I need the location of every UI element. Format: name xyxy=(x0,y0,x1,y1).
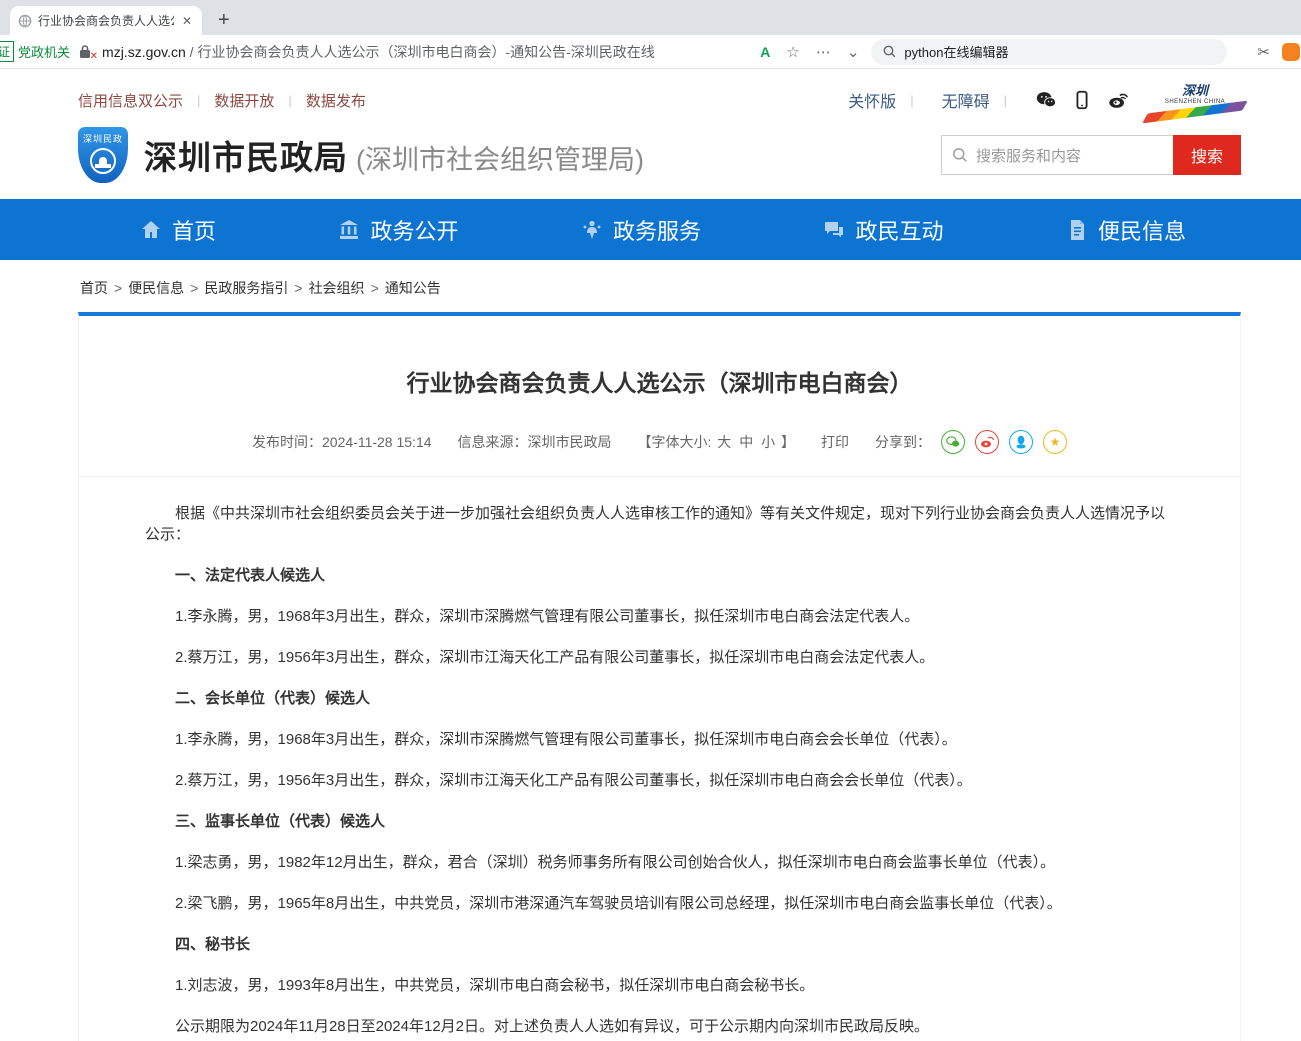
divider: | xyxy=(288,93,291,108)
crumb-social-org[interactable]: 社会组织 xyxy=(309,280,365,296)
new-tab-button[interactable]: + xyxy=(218,9,230,32)
site-search: 搜索服务和内容 搜索 xyxy=(941,135,1241,175)
link-accessibility[interactable]: 无障碍 xyxy=(942,88,990,112)
info-source: 信息来源：深圳市民政局 xyxy=(458,432,612,452)
shenzhen-city-logo: 深圳 SHENZHEN CHINA xyxy=(1149,83,1241,117)
article-body: 根据《中共深圳市社会组织委员会关于进一步加强社会组织负责人人选审核工作的通知》等… xyxy=(79,477,1240,1041)
nav-item-interaction[interactable]: 政民互动 xyxy=(823,214,943,246)
bureau-logo[interactable]: 深圳民政 xyxy=(78,127,128,183)
logo-emblem-icon xyxy=(90,148,116,174)
link-care-version[interactable]: 关怀版 xyxy=(848,88,896,112)
cert-label: 党政机关 xyxy=(18,42,70,61)
gov-cert-badge[interactable]: 证 党政机关 xyxy=(0,41,70,62)
browser-search-query: python在线编辑器 xyxy=(904,42,1008,61)
nav-item-gov-disclosure[interactable]: 政务公开 xyxy=(338,214,458,246)
url-path: / 行业协会商会负责人人选公示（深圳市电白商会）-通知公告-深圳民政在线 xyxy=(186,44,655,60)
site-header: 信用信息双公示 | 数据开放 | 数据发布 关怀版 | 无障碍 | xyxy=(0,69,1301,199)
site-search-input[interactable]: 搜索服务和内容 xyxy=(941,135,1173,175)
address-bar[interactable]: mzj.sz.gov.cn / 行业协会商会负责人人选公示（深圳市电白商会）-通… xyxy=(102,42,748,62)
browser-search-pill[interactable]: python在线编辑器 xyxy=(871,39,1227,65)
print-button[interactable]: 打印 xyxy=(821,432,849,452)
publish-time: 发布时间：2024-11-28 15:14 xyxy=(252,432,432,452)
government-building-icon xyxy=(338,219,360,241)
mobile-icon[interactable] xyxy=(1071,89,1093,111)
search-button[interactable]: 搜索 xyxy=(1173,135,1241,175)
crumb-service-guide[interactable]: 民政服务指引 xyxy=(204,280,288,296)
chevron-down-icon[interactable]: ⌄ xyxy=(843,43,864,61)
translate-icon[interactable]: A xyxy=(756,44,774,60)
paragraph: 1.刘志波，男，1993年8月出生，中共党员，深圳市电白商会秘书，拟任深圳市电白… xyxy=(145,975,1174,996)
article-meta-row: 发布时间：2024-11-28 15:14 信息来源：深圳市民政局 【字体大小:… xyxy=(79,430,1240,477)
browser-tab-bar: 行业协会商会负责人人选公示 ✕ + xyxy=(0,0,1301,35)
section-heading: 一、法定代表人候选人 xyxy=(145,565,1174,586)
font-size-small[interactable]: 小 xyxy=(761,434,775,450)
site-subtitle: (深圳市社会组织管理局) xyxy=(356,138,644,177)
weibo-icon[interactable] xyxy=(1107,89,1129,111)
extension-icon[interactable] xyxy=(1282,43,1300,61)
share-wechat-icon[interactable] xyxy=(941,430,965,454)
crumb-home[interactable]: 首页 xyxy=(80,280,108,296)
link-open-data[interactable]: 数据开放 xyxy=(214,90,274,111)
more-options-icon[interactable]: ⋯ xyxy=(812,43,835,61)
search-icon xyxy=(952,147,968,163)
divider: | xyxy=(197,93,200,108)
paragraph: 公示期限为2024年11月28日至2024年12月2日。对上述负责人人选如有异议… xyxy=(145,1016,1174,1037)
insecure-lock-icon[interactable]: ✕ xyxy=(78,44,94,60)
globe-favicon-icon xyxy=(18,14,32,28)
tab-close-icon[interactable]: ✕ xyxy=(180,14,194,28)
article-container: 行业协会商会负责人人选公示（深圳市电白商会） 发布时间：2024-11-28 1… xyxy=(78,312,1241,1041)
service-hands-icon xyxy=(581,219,603,241)
paragraph: 2.蔡万江，男，1956年3月出生，群众，深圳市江海天化工产品有限公司董事长，拟… xyxy=(145,647,1174,668)
crumb-public-info[interactable]: 便民信息 xyxy=(128,280,184,296)
document-icon xyxy=(1066,219,1088,241)
url-domain: mzj.sz.gov.cn xyxy=(102,44,186,60)
header-utility-row: 信用信息双公示 | 数据开放 | 数据发布 关怀版 | 无障碍 | xyxy=(78,69,1241,117)
article-title: 行业协会商会负责人人选公示（深圳市电白商会） xyxy=(119,364,1200,398)
browser-toolbar: 证 党政机关 ✕ mzj.sz.gov.cn / 行业协会商会负责人人选公示（深… xyxy=(0,35,1301,69)
share-weibo-icon[interactable] xyxy=(975,430,999,454)
header-main-row: 深圳民政 深圳市民政局 (深圳市社会组织管理局) 搜索服务和内容 搜索 xyxy=(78,127,1241,199)
favorite-star-icon[interactable]: ☆ xyxy=(782,43,803,61)
link-data-release[interactable]: 数据发布 xyxy=(306,90,366,111)
paragraph: 2.梁飞鹏，男，1965年8月出生，中共党员，深圳市港深通汽车驾驶员培训有限公司… xyxy=(145,893,1174,914)
paragraph: 1.李永腾，男，1968年3月出生，群众，深圳市深腾燃气管理有限公司董事长，拟任… xyxy=(145,606,1174,627)
section-heading: 二、会长单位（代表）候选人 xyxy=(145,688,1174,709)
paragraph: 1.梁志勇，男，1982年12月出生，群众，君合（深圳）税务师事务所有限公司创始… xyxy=(145,852,1174,873)
tab-title: 行业协会商会负责人人选公示 xyxy=(38,12,174,29)
chat-bubbles-icon xyxy=(823,219,845,241)
share-label: 分享到： xyxy=(875,432,931,452)
divider: | xyxy=(910,93,913,108)
nav-item-gov-services[interactable]: 政务服务 xyxy=(581,214,701,246)
nav-item-public-info[interactable]: 便民信息 xyxy=(1066,214,1186,246)
paragraph: 2.蔡万江，男，1956年3月出生，群众，深圳市江海天化工产品有限公司董事长，拟… xyxy=(145,770,1174,791)
breadcrumb: 首页>便民信息>民政服务指引>社会组织>通知公告 xyxy=(0,260,1301,312)
scissors-clip-icon[interactable]: ✂ xyxy=(1253,43,1274,61)
main-nav: 首页 政务公开 政务服务 政民互动 xyxy=(0,199,1301,260)
search-icon xyxy=(883,45,896,58)
section-heading: 三、监事长单位（代表）候选人 xyxy=(145,811,1174,832)
paragraph: 1.李永腾，男，1968年3月出生，群众，深圳市深腾燃气管理有限公司董事长，拟任… xyxy=(145,729,1174,750)
site-title[interactable]: 深圳市民政局 xyxy=(144,131,348,179)
font-size-large[interactable]: 大 xyxy=(717,434,731,450)
font-size-medium[interactable]: 中 xyxy=(739,434,753,450)
share-qzone-icon[interactable]: ★ xyxy=(1043,430,1067,454)
paragraph: 根据《中共深圳市社会组织委员会关于进一步加强社会组织负责人人选审核工作的通知》等… xyxy=(145,503,1174,545)
browser-tab[interactable]: 行业协会商会负责人人选公示 ✕ xyxy=(10,6,202,35)
home-icon xyxy=(140,219,162,241)
font-size-control: 【字体大小: 大 中 小 】 xyxy=(638,432,795,452)
divider: | xyxy=(1004,93,1007,108)
link-credit-disclosure[interactable]: 信用信息双公示 xyxy=(78,90,183,111)
share-qq-icon[interactable] xyxy=(1009,430,1033,454)
section-heading: 四、秘书长 xyxy=(145,934,1174,955)
search-placeholder: 搜索服务和内容 xyxy=(976,145,1081,166)
wechat-icon[interactable] xyxy=(1035,89,1057,111)
cert-seal-icon: 证 xyxy=(0,41,14,62)
crumb-notices[interactable]: 通知公告 xyxy=(385,280,441,296)
nav-item-home[interactable]: 首页 xyxy=(140,214,216,246)
